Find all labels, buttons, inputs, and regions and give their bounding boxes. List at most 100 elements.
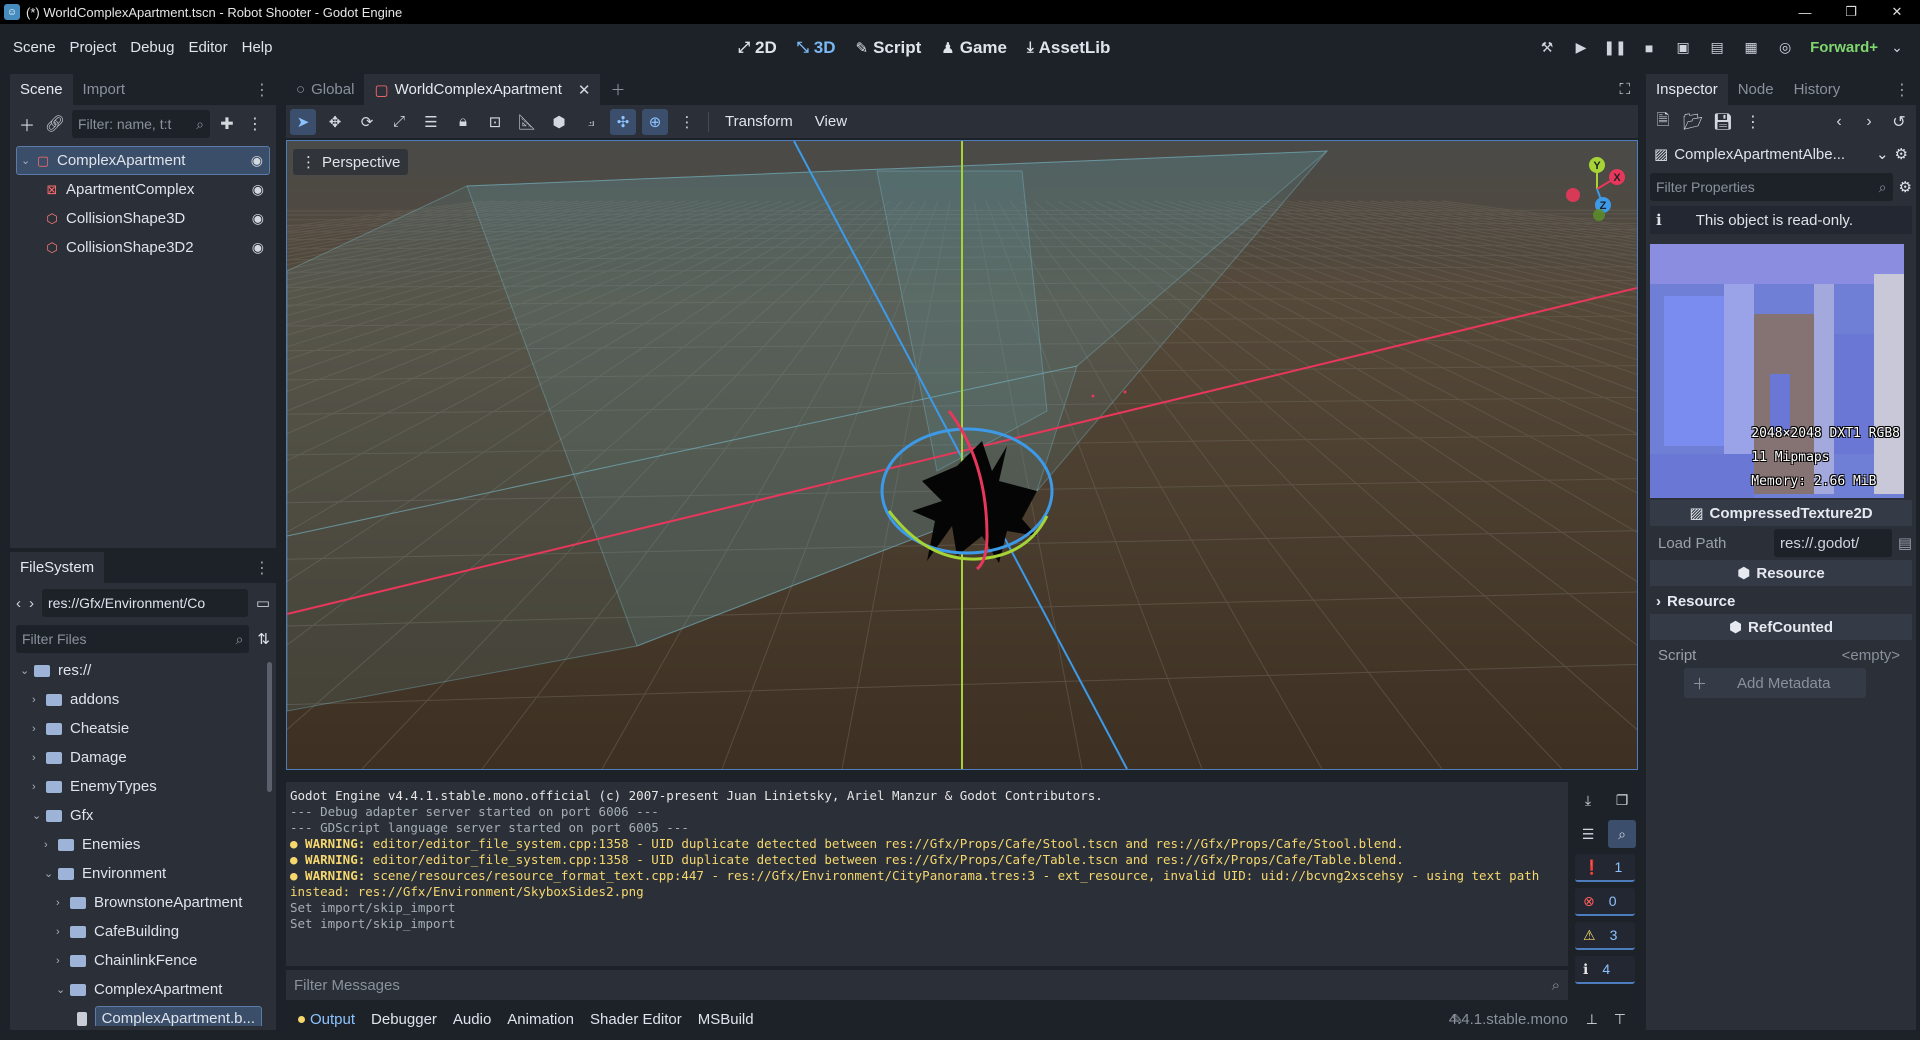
tab-animation[interactable]: Animation bbox=[499, 1011, 582, 1028]
tab-filesystem[interactable]: FileSystem bbox=[10, 552, 105, 583]
warning-count-toggle[interactable]: ⚠ 3 bbox=[1575, 922, 1635, 950]
back-icon[interactable]: ‹ bbox=[16, 595, 21, 612]
menu-help[interactable]: Help bbox=[235, 39, 280, 56]
folder-item[interactable]: › EnemyTypes bbox=[16, 772, 262, 801]
tab-global[interactable]: ○ Global bbox=[286, 74, 364, 105]
tab-audio[interactable]: Audio bbox=[445, 1011, 499, 1028]
folder-item[interactable]: › addons bbox=[16, 685, 262, 714]
mode-2d-button[interactable]: ⤢ 2D bbox=[730, 34, 785, 62]
mode-script-button[interactable]: ✎ Script bbox=[848, 34, 930, 62]
chevron-down-icon[interactable]: ⌄ bbox=[32, 809, 46, 822]
resource-menu-icon[interactable]: ⋮ bbox=[1742, 111, 1764, 133]
list-select-icon[interactable]: ☰ bbox=[418, 109, 444, 135]
tab-inspector[interactable]: Inspector bbox=[1646, 74, 1728, 105]
stop-icon[interactable]: ■ bbox=[1634, 34, 1664, 62]
scene-node-collisionshape3d[interactable]: ⬡ CollisionShape3D ◉ bbox=[16, 204, 270, 233]
pin-icon[interactable]: ⊥ bbox=[1586, 1011, 1598, 1028]
dock-menu-icon[interactable]: ⋮ bbox=[254, 558, 270, 578]
minimize-button[interactable]: — bbox=[1782, 0, 1828, 24]
view-menu[interactable]: View bbox=[807, 113, 855, 130]
add-metadata-button[interactable]: ＋ Add Metadata bbox=[1684, 668, 1866, 698]
forward-icon[interactable]: › bbox=[29, 595, 34, 612]
chevron-right-icon[interactable]: › bbox=[44, 839, 58, 851]
tab-msbuild[interactable]: MSBuild bbox=[690, 1011, 762, 1028]
object-properties-icon[interactable]: ⚙ bbox=[1895, 145, 1908, 163]
property-options-icon[interactable]: ⚙ bbox=[1899, 178, 1912, 196]
close-icon[interactable]: ✕ bbox=[578, 81, 591, 99]
folder-item[interactable]: ⌄ ComplexApartment bbox=[16, 975, 262, 1004]
snap-icon[interactable]: ⊕ bbox=[642, 108, 668, 135]
close-window-button[interactable]: ✕ bbox=[1874, 0, 1920, 24]
attach-script-icon[interactable]: ✚ bbox=[216, 113, 238, 135]
menu-debug[interactable]: Debug bbox=[123, 39, 181, 56]
new-resource-icon[interactable]: 🗎︎ bbox=[1652, 111, 1674, 133]
tab-output[interactable]: Output bbox=[290, 1011, 363, 1028]
error-count-toggle[interactable]: ⊗ 0 bbox=[1575, 888, 1635, 916]
scene-menu-icon[interactable]: ⋮ bbox=[244, 113, 266, 135]
open-folder-icon[interactable]: 📂︎ bbox=[1682, 111, 1704, 133]
load-path-field[interactable]: res://.godot/ bbox=[1774, 529, 1892, 557]
scrollbar[interactable] bbox=[267, 662, 272, 792]
tab-history[interactable]: History bbox=[1784, 74, 1851, 105]
resource-selector[interactable]: ▨ ComplexApartmentAlbe... ⌄ ⚙ bbox=[1650, 140, 1912, 168]
chevron-down-icon[interactable]: ⌄ bbox=[1876, 145, 1889, 163]
axis-neg-x-icon[interactable] bbox=[1566, 188, 1580, 202]
folder-item[interactable]: › ChainlinkFence bbox=[16, 946, 262, 975]
play-scene-icon[interactable]: ▤ bbox=[1702, 34, 1732, 62]
tab-import[interactable]: Import bbox=[73, 74, 136, 105]
chevron-down-icon[interactable]: ⌄ bbox=[20, 664, 34, 677]
tab-node[interactable]: Node bbox=[1728, 74, 1784, 105]
play-icon[interactable]: ▶ bbox=[1566, 34, 1596, 62]
filter-messages-input[interactable]: Filter Messages ⌕ bbox=[286, 970, 1568, 1000]
copy-icon[interactable]: ❐ bbox=[1608, 786, 1636, 814]
ruler-icon[interactable]: 📐︎ bbox=[514, 109, 540, 135]
folder-item[interactable]: › BrownstoneApartment bbox=[16, 888, 262, 917]
chevron-right-icon[interactable]: › bbox=[56, 926, 70, 938]
scroll-to-bottom-icon[interactable]: ⤓ bbox=[1574, 786, 1602, 814]
transform-icon[interactable]: ⬢ bbox=[546, 109, 572, 135]
scene-node-complexapartment[interactable]: ⌄ ▢ ComplexApartment ◉ bbox=[16, 146, 270, 175]
history-back-icon[interactable]: ‹ bbox=[1828, 111, 1850, 133]
chevron-down-icon[interactable]: ⌄ bbox=[56, 983, 70, 996]
folder-item[interactable]: ⌄ Gfx bbox=[16, 801, 262, 830]
snap-object-icon[interactable]: ⟓ bbox=[578, 109, 604, 135]
visibility-eye-icon[interactable]: ◉ bbox=[251, 152, 263, 169]
path-input[interactable]: res://Gfx/Environment/Co bbox=[42, 589, 248, 617]
tab-worldcomplexapartment[interactable]: ▢ WorldComplexApartment ✕ bbox=[364, 74, 601, 105]
sort-icon[interactable]: ⇅ bbox=[257, 630, 270, 648]
dock-menu-icon[interactable]: ⋮ bbox=[254, 80, 270, 100]
visibility-eye-icon[interactable]: ◉ bbox=[252, 210, 264, 227]
output-log[interactable]: Godot Engine v4.4.1.stable.mono.official… bbox=[286, 782, 1568, 966]
menu-editor[interactable]: Editor bbox=[181, 39, 234, 56]
chevron-down-icon[interactable]: ⌄ bbox=[21, 154, 30, 167]
mode-game-button[interactable]: ♟ Game bbox=[933, 34, 1015, 62]
scene-node-apartmentcomplex[interactable]: ⊠ ApartmentComplex ◉ bbox=[16, 175, 270, 204]
chevron-right-icon[interactable]: › bbox=[32, 781, 46, 793]
dock-menu-icon[interactable]: ⋮ bbox=[1894, 80, 1910, 100]
folder-item[interactable]: › Enemies bbox=[16, 830, 262, 859]
chevron-down-icon[interactable]: ⌄ bbox=[1882, 34, 1912, 62]
split-view-icon[interactable]: ▭ bbox=[256, 594, 270, 612]
move-tool-icon[interactable]: ✥ bbox=[322, 109, 348, 135]
menu-scene[interactable]: Scene bbox=[6, 39, 63, 56]
toolbar-menu-icon[interactable]: ⋮ bbox=[674, 109, 700, 135]
expand-panel-icon[interactable]: ⊤ bbox=[1614, 1011, 1626, 1028]
folder-item[interactable]: ⌄ Environment bbox=[16, 859, 262, 888]
history-menu-icon[interactable]: ↺ bbox=[1888, 111, 1910, 133]
renderer-selector[interactable]: Forward+ bbox=[1810, 39, 1878, 56]
tab-scene[interactable]: Scene bbox=[10, 74, 73, 105]
scene-filter-input[interactable]: Filter: name, t:t ⌕ bbox=[72, 110, 210, 138]
group-icon[interactable]: ⊡ bbox=[482, 109, 508, 135]
visibility-eye-icon[interactable]: ◉ bbox=[252, 239, 264, 256]
mode-3d-button[interactable]: ⤡ 3D bbox=[789, 34, 844, 62]
movie-maker-icon[interactable]: ◎ bbox=[1770, 34, 1800, 62]
info-count-toggle[interactable]: ℹ4 bbox=[1575, 956, 1635, 984]
3d-viewport[interactable]: ⋮ Perspective Y X Z bbox=[286, 140, 1638, 770]
select-tool-icon[interactable]: ➤ bbox=[290, 108, 316, 135]
distraction-free-icon[interactable]: ⛶ bbox=[1619, 81, 1630, 98]
search-icon[interactable]: ⌕ bbox=[1608, 820, 1636, 848]
group-messages-icon[interactable]: ☰ bbox=[1574, 820, 1602, 848]
tab-shader-editor[interactable]: Shader Editor bbox=[582, 1011, 690, 1028]
visibility-eye-icon[interactable]: ◉ bbox=[252, 181, 264, 198]
scale-tool-icon[interactable]: ⤢ bbox=[386, 109, 412, 135]
